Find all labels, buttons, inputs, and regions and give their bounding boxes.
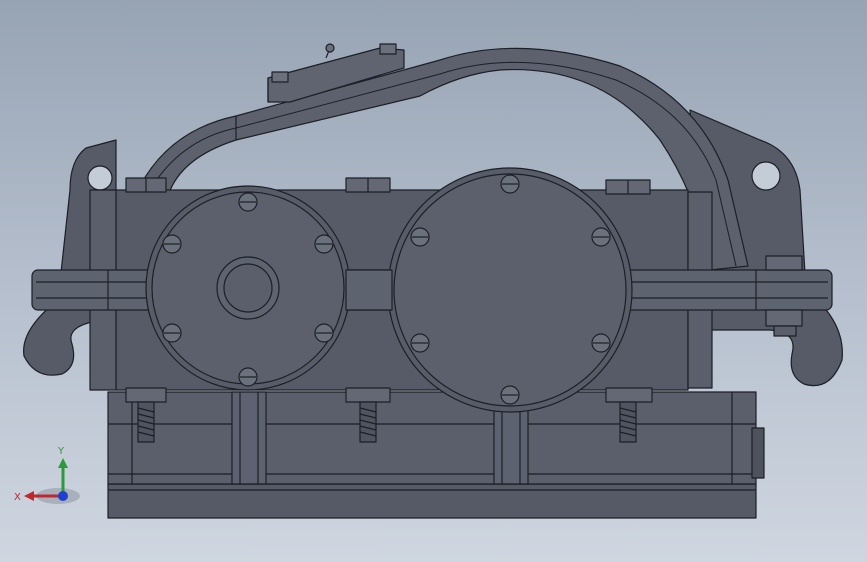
top-bolt-left [125, 177, 167, 193]
axis-triad: Y X [14, 446, 80, 504]
base-plate [107, 483, 757, 519]
breather-cap [325, 43, 335, 53]
bearing-cap-right [387, 167, 633, 413]
top-bolt-center [345, 177, 391, 193]
x-axis-label: X [14, 492, 21, 503]
top-bolt-right [605, 179, 651, 195]
y-axis-label: Y [57, 446, 65, 457]
z-axis [58, 491, 68, 501]
cap-bridge [345, 269, 393, 311]
bearing-cap-left [145, 185, 351, 391]
left-lug-hole [87, 165, 113, 191]
right-lug-hole [751, 161, 781, 191]
lower-housing [107, 391, 757, 485]
gearbox-model[interactable] [0, 0, 867, 562]
rib-left [231, 391, 267, 485]
drain-plug [751, 427, 765, 479]
graphics-viewport[interactable]: Y X [0, 0, 867, 562]
